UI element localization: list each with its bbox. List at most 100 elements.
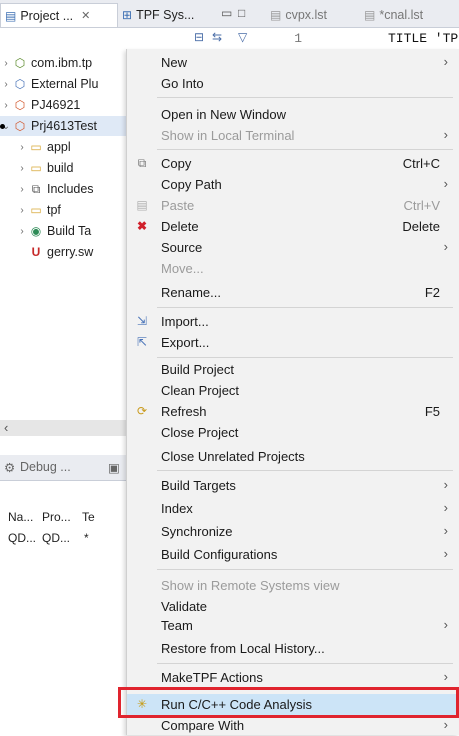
bottom-view-tab-bar: ⚙ Debug ... ▣	[0, 455, 130, 481]
tpf-project-icon: ⬡	[14, 98, 26, 112]
menu-item-label: Copy	[161, 156, 192, 171]
menu-item-validate[interactable]: Validate	[127, 596, 459, 617]
tree-item-selected[interactable]: ⌄ ⬡ Prj4613Test	[0, 116, 126, 136]
menu-item-rename[interactable]: Rename... F2	[127, 282, 459, 303]
expand-arrow-icon[interactable]: ›	[16, 205, 28, 216]
menu-item-restore-local-history[interactable]: Restore from Local History...	[127, 638, 459, 659]
menu-item-close-project[interactable]: Close Project	[127, 422, 459, 443]
close-icon[interactable]: ✕	[81, 9, 90, 22]
tree-item-label: com.ibm.tp	[31, 56, 93, 70]
project-icon: ⬡	[14, 56, 26, 70]
menu-item-close-unrelated-projects[interactable]: Close Unrelated Projects	[127, 446, 459, 467]
tree-item[interactable]: › ◉ Build Ta	[16, 221, 91, 241]
editor-area[interactable]: 1 TITLE 'TP	[258, 28, 459, 50]
collapse-all-icon[interactable]: ⊟	[194, 30, 204, 44]
tree-item[interactable]: U gerry.sw	[28, 242, 94, 262]
menu-item-open-new-window[interactable]: Open in New Window	[127, 104, 459, 125]
tree-item-label: External Plu	[31, 77, 99, 91]
horizontal-scrollbar[interactable]: ‹	[0, 420, 130, 436]
expand-arrow-icon[interactable]: ›	[0, 58, 12, 69]
expand-arrow-icon[interactable]: ›	[16, 184, 28, 195]
tree-item[interactable]: › ⬡ PJ46921	[0, 95, 80, 115]
tree-item-label: build	[47, 161, 74, 175]
menu-item-build-configurations[interactable]: Build Configurations ›	[127, 544, 459, 565]
menu-item-index[interactable]: Index ›	[127, 498, 459, 519]
expand-arrow-icon[interactable]: ›	[16, 226, 28, 237]
menu-item-move[interactable]: Move...	[127, 258, 459, 279]
menu-item-export[interactable]: ⇱ Export...	[127, 332, 459, 353]
menu-item-clean-project[interactable]: Clean Project	[127, 380, 459, 401]
menu-item-new[interactable]: New ›	[127, 52, 459, 73]
file-icon: ▤	[270, 8, 282, 22]
maximize-icon[interactable]: □	[238, 6, 245, 20]
menu-item-maketpf-actions[interactable]: MakeTPF Actions ›	[127, 667, 459, 688]
minimize-icon[interactable]: ▭	[221, 6, 232, 20]
menu-item-refresh[interactable]: ⟳ Refresh F5	[127, 401, 459, 422]
expand-arrow-icon[interactable]: ›	[16, 163, 28, 174]
editor-code-line[interactable]: TITLE 'TP	[388, 31, 458, 46]
tree-item[interactable]: › ▭ appl	[16, 137, 71, 157]
menu-item-copy[interactable]: ⧉ Copy Ctrl+C	[127, 153, 459, 174]
view-icon[interactable]: ▣	[108, 460, 120, 475]
tab-debug[interactable]: Debug ...	[20, 460, 71, 474]
tab-editor-cnal[interactable]: ▤ *cnal.lst	[364, 3, 444, 27]
export-icon: ⇱	[136, 335, 148, 349]
submenu-arrow-icon: ›	[443, 617, 448, 632]
expand-arrow-icon[interactable]: ›	[0, 79, 12, 90]
tree-item[interactable]: › ▭ build	[16, 158, 73, 178]
includes-icon: ⧉	[31, 181, 41, 196]
menu-item-label: Index	[161, 501, 193, 516]
menu-item-label: Import...	[161, 314, 209, 329]
menu-item-source[interactable]: Source ›	[127, 237, 459, 258]
view-menu-icon[interactable]: ▽	[238, 30, 247, 44]
tab-tpf-system[interactable]: ⊞ TPF Sys...	[122, 3, 218, 27]
file-u-icon: U	[31, 245, 41, 259]
menu-item-compare-with[interactable]: Compare With ›	[127, 715, 459, 736]
delete-icon: ✖	[136, 219, 148, 233]
menu-item-label: Paste	[161, 198, 195, 213]
menu-item-label: Compare With	[161, 718, 245, 733]
column-header-pro[interactable]: Pro...	[42, 510, 71, 524]
tree-item-label: appl	[47, 140, 71, 154]
tree-item[interactable]: › ⬡ com.ibm.tp	[0, 53, 92, 73]
expand-arrow-icon[interactable]: ›	[16, 142, 28, 153]
folder-icon: ▭	[30, 203, 42, 217]
scroll-left-icon[interactable]: ‹	[4, 420, 8, 435]
menu-separator	[157, 357, 453, 358]
link-editor-icon[interactable]: ⇆	[212, 30, 222, 44]
column-header-te[interactable]: Te	[82, 510, 95, 524]
expand-arrow-icon[interactable]: ›	[0, 100, 12, 111]
menu-item-build-targets[interactable]: Build Targets ›	[127, 475, 459, 496]
import-icon: ⇲	[136, 314, 148, 328]
tree-item[interactable]: › ⬡ External Plu	[0, 74, 98, 94]
menu-item-build-project[interactable]: Build Project	[127, 359, 459, 380]
menu-item-label: Build Targets	[161, 478, 236, 493]
submenu-arrow-icon: ›	[443, 239, 448, 254]
tpf-system-icon: ⊞	[122, 8, 133, 22]
menu-item-synchronize[interactable]: Synchronize ›	[127, 521, 459, 542]
menu-item-copy-path[interactable]: Copy Path ›	[127, 174, 459, 195]
menu-item-show-remote-systems[interactable]: Show in Remote Systems view	[127, 575, 459, 596]
menu-item-show-local-terminal[interactable]: Show in Local Terminal ›	[127, 125, 459, 146]
menu-item-import[interactable]: ⇲ Import...	[127, 311, 459, 332]
column-header-name[interactable]: Na...	[8, 510, 33, 524]
annotation-highlight-box	[118, 687, 459, 718]
debug-icon: ⚙	[4, 461, 16, 475]
tab-editor-cvpx[interactable]: ▤ cvpx.lst	[270, 3, 340, 27]
external-project-icon: ⬡	[14, 77, 26, 91]
menu-item-go-into[interactable]: Go Into	[127, 73, 459, 94]
menu-separator	[157, 470, 453, 471]
menu-item-delete[interactable]: ✖ Delete Delete	[127, 216, 459, 237]
menu-item-paste[interactable]: ▤ Paste Ctrl+V	[127, 195, 459, 216]
menu-item-team[interactable]: Team ›	[127, 615, 459, 636]
tree-item[interactable]: › ⧉ Includes	[16, 179, 93, 199]
tree-item[interactable]: › ▭ tpf	[16, 200, 61, 220]
line-number: 1	[294, 31, 302, 46]
menu-item-label: Close Unrelated Projects	[161, 449, 305, 464]
tab-project-explorer[interactable]: ▤ Project ... ✕	[0, 3, 118, 27]
cell-pro: QD...	[42, 531, 71, 545]
menu-item-label: Show in Local Terminal	[161, 128, 295, 143]
tree-item-label: Prj4613Test	[31, 119, 98, 133]
submenu-arrow-icon: ›	[443, 546, 448, 561]
menu-shortcut: F5	[424, 404, 440, 419]
